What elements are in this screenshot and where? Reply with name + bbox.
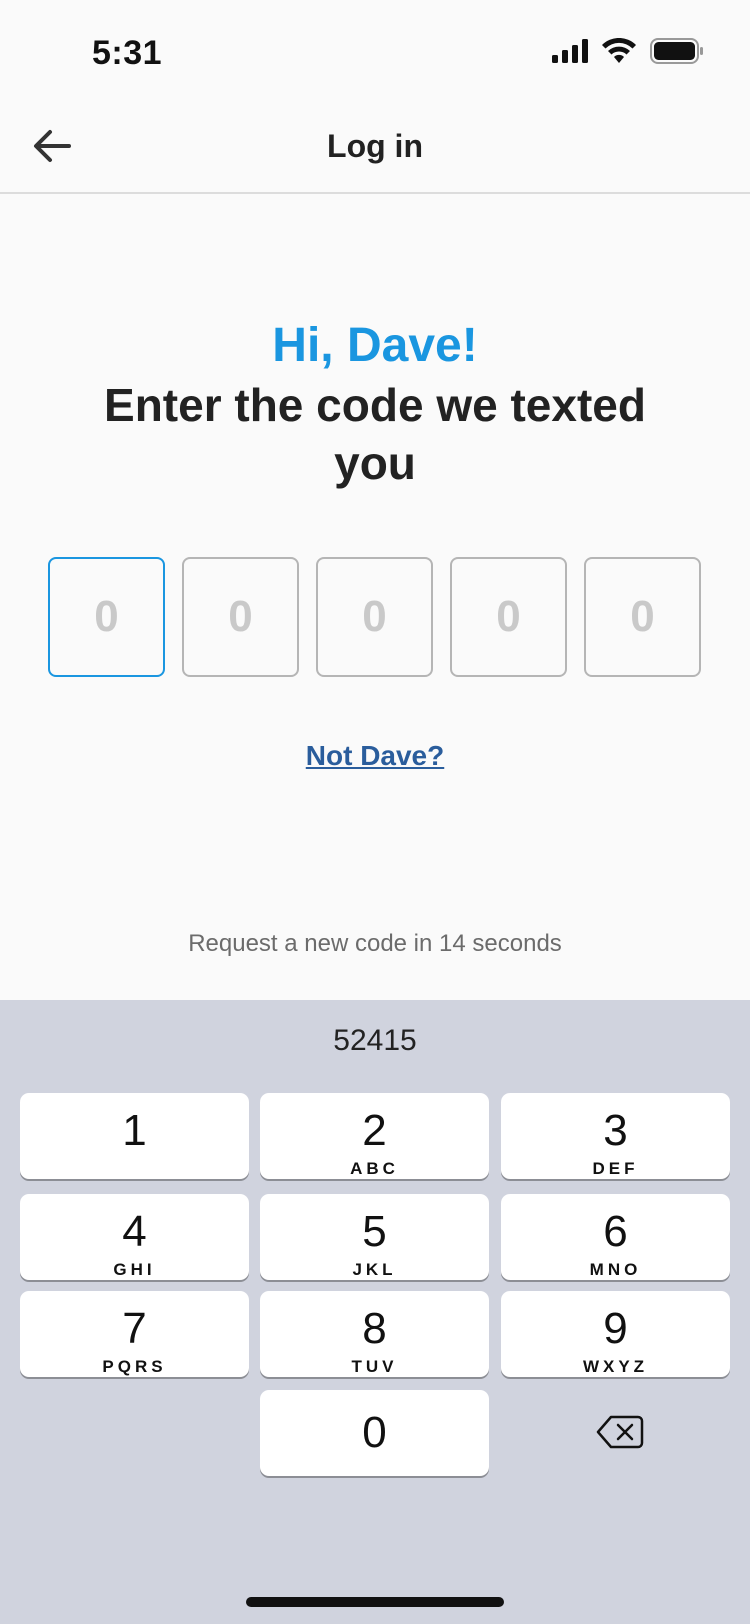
key-1[interactable]: 1 [20, 1093, 249, 1179]
nav-bar: Log in [0, 100, 750, 194]
status-bar: 5:31 [0, 0, 750, 100]
key-number: 7 [122, 1304, 147, 1353]
key-number: 2 [362, 1106, 387, 1155]
key-number: 8 [362, 1304, 387, 1353]
code-digit-1[interactable]: 0 [48, 557, 165, 677]
key-9[interactable]: 9 WXYZ [501, 1291, 730, 1377]
key-2[interactable]: 2 ABC [260, 1093, 489, 1179]
key-number: 6 [603, 1207, 628, 1256]
code-digit-4[interactable]: 0 [450, 557, 567, 677]
home-indicator[interactable] [246, 1597, 504, 1607]
key-number: 5 [362, 1207, 387, 1256]
key-number: 0 [362, 1408, 387, 1457]
status-time: 5:31 [92, 34, 163, 72]
code-heading: Enter the code we texted you [104, 379, 646, 489]
status-icons [552, 38, 704, 64]
delete-key[interactable] [580, 1402, 660, 1462]
battery-icon [650, 38, 703, 64]
key-7[interactable]: 7 PQRS [20, 1291, 249, 1377]
login-code-screen: 5:31 Log in Hi, Dave! Enter the code we … [0, 0, 750, 1624]
key-number: 4 [122, 1207, 147, 1256]
key-8[interactable]: 8 TUV [260, 1291, 489, 1377]
key-0[interactable]: 0 [260, 1390, 489, 1476]
code-input-row: 0 0 0 0 0 [48, 557, 701, 677]
key-letters: ABC [350, 1159, 399, 1178]
greeting-text: Hi, Dave! [272, 319, 478, 372]
key-letters: DEF [592, 1159, 639, 1178]
key-letters: GHI [113, 1260, 156, 1279]
key-letters: JKL [352, 1260, 397, 1279]
keyboard-suggestion[interactable]: 52415 [0, 1024, 750, 1058]
key-letters: TUV [351, 1357, 398, 1376]
key-5[interactable]: 5 JKL [260, 1194, 489, 1280]
key-number: 1 [122, 1106, 147, 1155]
code-digit-2[interactable]: 0 [182, 557, 299, 677]
backspace-icon [596, 1415, 644, 1449]
signal-icon [552, 39, 588, 63]
key-4[interactable]: 4 GHI [20, 1194, 249, 1280]
key-number: 3 [603, 1106, 628, 1155]
key-letters: PQRS [102, 1357, 167, 1376]
key-3[interactable]: 3 DEF [501, 1093, 730, 1179]
wifi-icon [602, 38, 636, 63]
key-number: 9 [603, 1304, 628, 1353]
key-letters: MNO [589, 1260, 642, 1279]
key-6[interactable]: 6 MNO [501, 1194, 730, 1280]
page-title: Log in [327, 128, 423, 164]
code-digit-3[interactable]: 0 [316, 557, 433, 677]
not-user-link[interactable]: Not Dave? [0, 740, 750, 772]
code-digit-5[interactable]: 0 [584, 557, 701, 677]
key-letters: WXYZ [582, 1357, 649, 1376]
resend-countdown: Request a new code in 14 seconds [188, 930, 562, 957]
